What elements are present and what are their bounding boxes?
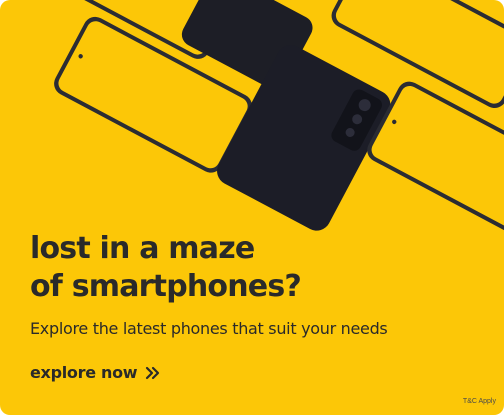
explore-now-label: explore now bbox=[30, 363, 138, 382]
explore-now-link[interactable]: explore now bbox=[30, 363, 161, 382]
double-chevron-right-icon bbox=[145, 366, 161, 380]
smartphones-image bbox=[39, 0, 504, 240]
terms-label: T&C Apply bbox=[462, 398, 496, 405]
subtitle: Explore the latest phones that suit your… bbox=[30, 319, 388, 338]
headline-line-1: lost in a maze bbox=[30, 231, 255, 266]
promo-banner[interactable]: lost in a maze of smartphones? Explore t… bbox=[0, 0, 504, 415]
headline-line-2: of smartphones? bbox=[30, 269, 302, 304]
headline: lost in a maze of smartphones? bbox=[30, 230, 302, 306]
